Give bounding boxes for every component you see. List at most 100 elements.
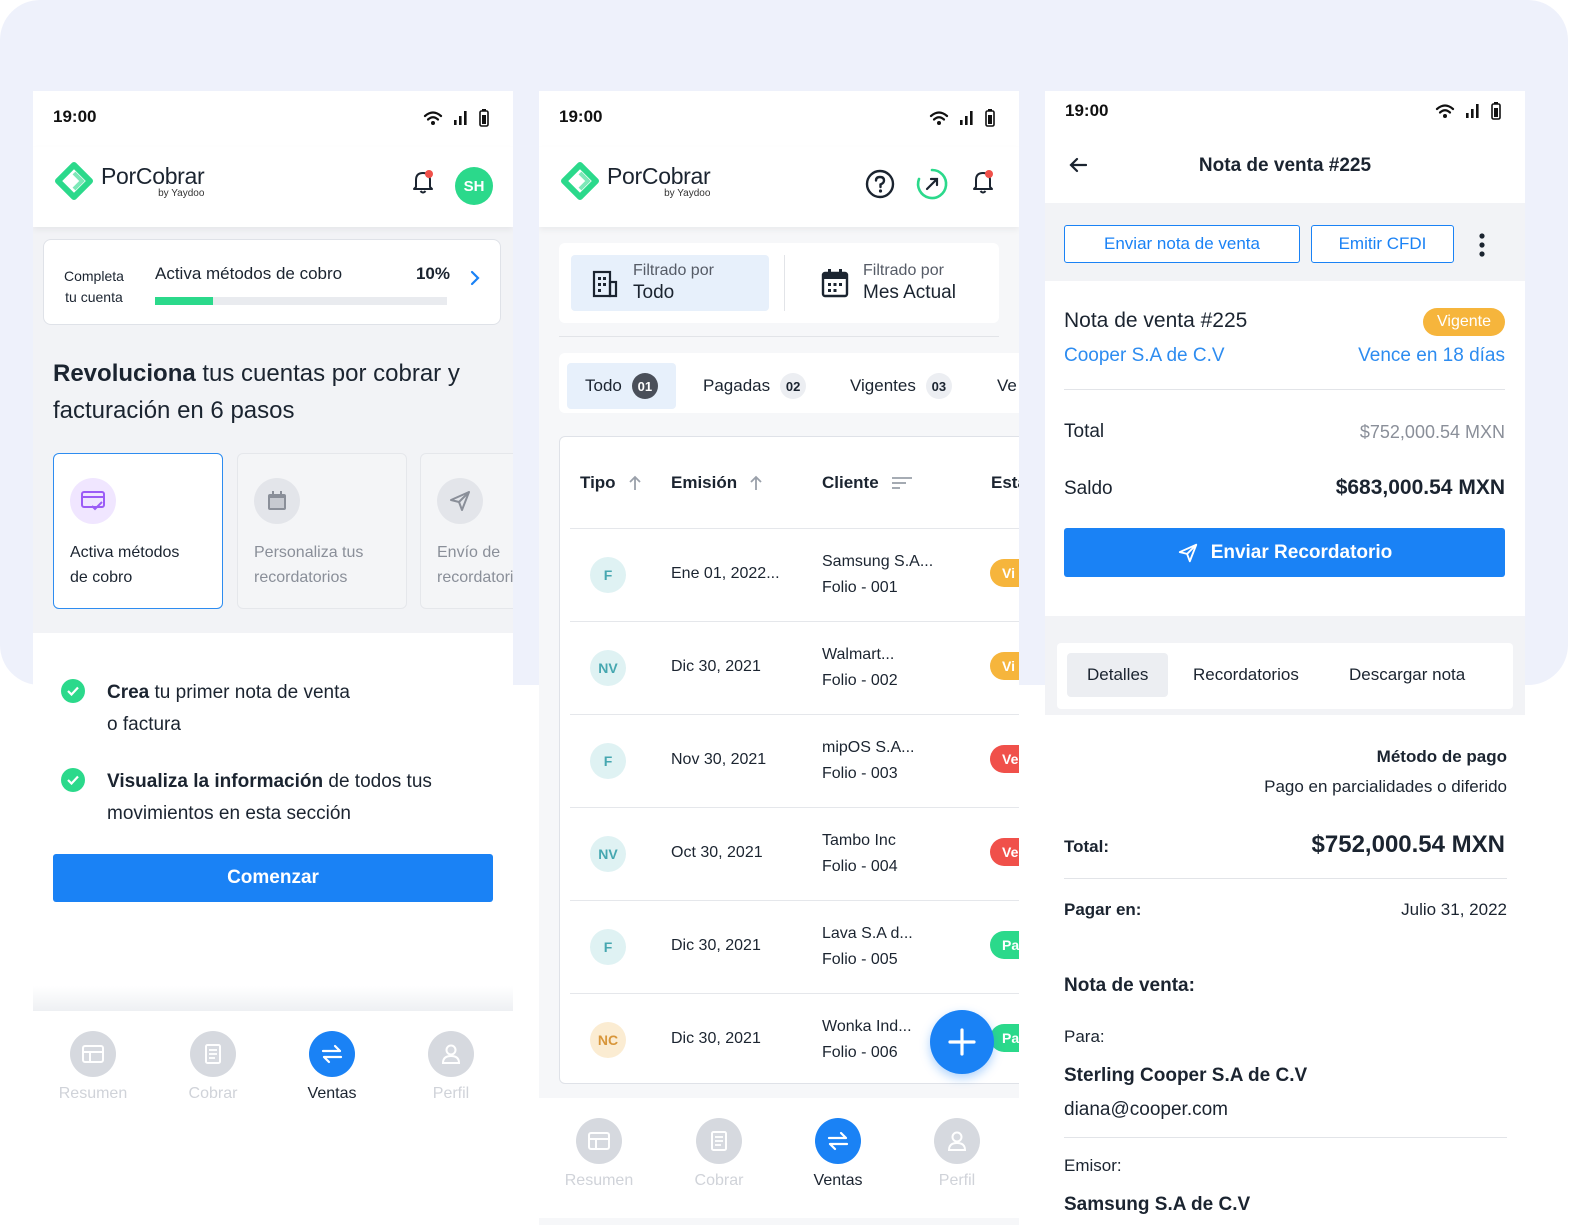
- summary-divider: [1064, 389, 1505, 390]
- status-icons: [929, 109, 995, 127]
- chevron-right-icon[interactable]: [470, 270, 480, 286]
- porcobrar-logo-icon: [561, 162, 599, 200]
- signal-icon: [960, 111, 973, 125]
- nav-item-perfil[interactable]: Perfil: [401, 1031, 501, 1103]
- notification-bell-icon[interactable]: [971, 169, 995, 195]
- battery-icon: [479, 109, 489, 127]
- status-icons: [1435, 102, 1501, 120]
- brand-name: PorCobrar: [101, 163, 205, 189]
- nav-item-resumen[interactable]: Resumen: [549, 1118, 649, 1190]
- tab-todo[interactable]: Todo 01: [567, 363, 676, 409]
- issuer-name: Samsung S.A de C.V: [1064, 1194, 1251, 1215]
- tab-recordatorios[interactable]: Recordatorios: [1173, 653, 1319, 697]
- send-note-button[interactable]: Enviar nota de venta: [1064, 225, 1300, 263]
- row-status-badge: Ve: [990, 838, 1019, 866]
- doc-type-badge: F: [590, 557, 626, 593]
- nav-item-ventas[interactable]: Ventas: [788, 1118, 888, 1190]
- headline-bold: Revoluciona: [53, 360, 196, 387]
- filter-type-button[interactable]: Filtrado por Todo: [571, 255, 769, 311]
- check-icon: [61, 768, 85, 792]
- row-date: Ene 01, 2022...: [671, 565, 780, 582]
- pay-date-value: Julio 31, 2022: [1401, 900, 1507, 919]
- payment-card-icon: [70, 478, 116, 524]
- row-status-badge: Ve: [990, 745, 1019, 773]
- step-card-payment-methods[interactable]: Activa métodos de cobro: [53, 453, 223, 609]
- send-reminder-button[interactable]: Enviar Recordatorio: [1064, 528, 1505, 577]
- table-row[interactable]: F Dic 30, 2021 Lava S.A d... Folio - 005 Pa: [570, 900, 1019, 993]
- status-tabs: Todo 01 Pagadas 02 Vigentes 03 Ve: [559, 353, 1019, 413]
- step-label: Envío derecordatorios: [437, 544, 513, 586]
- more-vertical-icon[interactable]: [1479, 233, 1485, 257]
- onboarding-headline: Revoluciona tus cuentas por cobrar y fac…: [53, 355, 503, 429]
- nav-label: Cobrar: [694, 1172, 744, 1189]
- account-progress-card[interactable]: Completa tu cuenta Activa métodos de cob…: [43, 239, 501, 325]
- send-reminder-label: Enviar Recordatorio: [1210, 541, 1393, 563]
- wifi-icon: [929, 111, 949, 125]
- filter-divider: [784, 255, 785, 311]
- summary-total-label: Total: [1064, 421, 1105, 442]
- wifi-icon: [423, 111, 443, 125]
- tab-descargar-nota[interactable]: Descargar nota: [1329, 653, 1485, 697]
- note-section-label: Nota de venta:: [1064, 975, 1195, 996]
- table-row[interactable]: NV Oct 30, 2021 Tambo Inc Folio - 004 Ve: [570, 807, 1019, 900]
- detail-header: Nota de venta #225: [1045, 131, 1525, 203]
- canvas: 19:00 PorCobrar by Yaydoo SH Completa tu: [0, 0, 1578, 1225]
- nav-item-cobrar[interactable]: Cobrar: [669, 1118, 769, 1190]
- bottom-nav: Resumen Cobrar Ventas Perfil: [33, 1011, 513, 1131]
- recipient-label: Para:: [1064, 1027, 1105, 1046]
- user-avatar[interactable]: SH: [455, 167, 493, 205]
- filter-sub: Filtrado por: [633, 262, 714, 279]
- sync-icon[interactable]: [915, 167, 949, 201]
- nav-shadow: [33, 986, 513, 1011]
- tab-vigentes[interactable]: Vigentes 03: [832, 363, 970, 409]
- add-button[interactable]: [930, 1010, 994, 1074]
- nav-label: Ventas: [307, 1085, 357, 1102]
- help-icon[interactable]: [865, 169, 895, 199]
- summary-client-link[interactable]: Cooper S.A de C.V: [1064, 345, 1225, 367]
- row-client: Walmart... Folio - 002: [822, 646, 898, 689]
- step-label: Personaliza tus recordatorios: [254, 544, 364, 586]
- user-icon: [428, 1031, 474, 1077]
- check-icon: [61, 679, 85, 703]
- nav-item-ventas[interactable]: Ventas: [282, 1031, 382, 1103]
- wifi-icon: [1435, 104, 1455, 118]
- tab-vencidas[interactable]: Ve: [979, 363, 1019, 409]
- calendar-icon: [821, 269, 849, 298]
- nav-label: Ventas: [813, 1172, 863, 1189]
- nav-item-cobrar[interactable]: Cobrar: [163, 1031, 263, 1103]
- column-header-tipo[interactable]: Tipo: [580, 473, 642, 493]
- filter-card: Filtrado por Todo Filtrado por Mes Actual: [559, 243, 999, 323]
- calendar-icon: [254, 478, 300, 524]
- tab-pagadas[interactable]: Pagadas 02: [685, 363, 824, 409]
- signal-icon: [1466, 104, 1479, 118]
- column-header-emision[interactable]: Emisión: [671, 473, 763, 493]
- doc-type-badge: NC: [590, 1022, 626, 1058]
- tab-count-badge: 03: [925, 373, 952, 399]
- start-button[interactable]: Comenzar: [53, 854, 493, 902]
- table-row[interactable]: F Ene 01, 2022... Samsung S.A... Folio - 00…: [570, 528, 1019, 621]
- nav-item-resumen[interactable]: Resumen: [43, 1031, 143, 1103]
- step-card-send-reminders[interactable]: Envío derecordatorios: [420, 453, 513, 609]
- column-header-cliente[interactable]: Cliente: [822, 473, 913, 493]
- nav-label: Cobrar: [188, 1085, 238, 1102]
- row-status-badge: Vi: [990, 652, 1019, 680]
- table-row[interactable]: F Nov 30, 2021 mipOS S.A... Folio - 003 Ve: [570, 714, 1019, 807]
- notification-bell-icon[interactable]: [411, 169, 435, 195]
- filter-period-button[interactable]: Filtrado por Mes Actual: [821, 255, 1001, 311]
- emit-cfdi-button[interactable]: Emitir CFDI: [1311, 225, 1454, 263]
- step-card-reminders[interactable]: Personaliza tus recordatorios: [237, 453, 407, 609]
- brand-by: by Yaydoo: [664, 188, 711, 199]
- tab-detalles[interactable]: Detalles: [1067, 653, 1169, 697]
- filter-value: Todo: [633, 282, 675, 303]
- column-header-estado[interactable]: Esta: [991, 473, 1019, 493]
- page-title: Nota de venta #225: [1198, 155, 1372, 176]
- status-time: 19:00: [559, 107, 603, 126]
- payment-method-label: Método de pago: [1376, 747, 1507, 766]
- table-row[interactable]: NV Dic 30, 2021 Walmart... Folio - 002 Vi: [570, 621, 1019, 714]
- row-status-badge: Pa: [990, 931, 1019, 959]
- swap-arrows-icon: [309, 1031, 355, 1077]
- detail-total-value: $752,000.54 MXN: [1311, 831, 1505, 858]
- brand-by: by Yaydoo: [158, 188, 205, 199]
- detail-actions: Enviar nota de venta Emitir CFDI: [1045, 203, 1525, 281]
- nav-item-perfil[interactable]: Perfil: [907, 1118, 1007, 1190]
